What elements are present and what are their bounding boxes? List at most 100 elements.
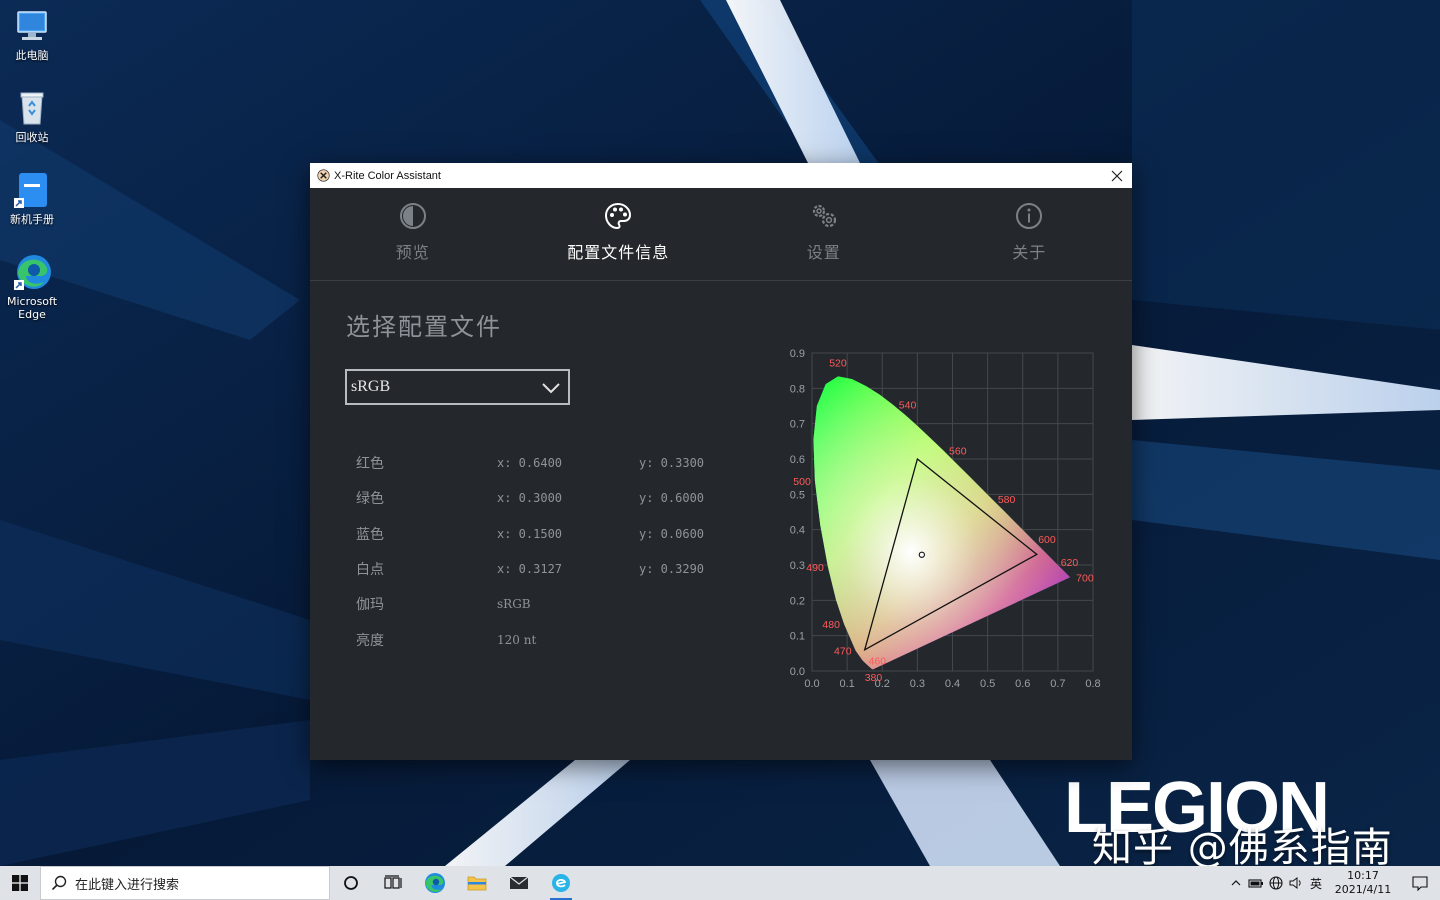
- spectral-locus: [813, 376, 1071, 670]
- locus-fill-white: [813, 376, 1071, 670]
- wavelength-label: 520: [829, 357, 847, 369]
- desktop-icon-label: Microsoft Edge: [6, 295, 58, 321]
- cortana-icon: [344, 876, 358, 890]
- tab-preview[interactable]: 预览: [310, 188, 516, 280]
- property-row-green: 绿色 x: 0.3000 y: 0.6000: [356, 488, 704, 508]
- property-label: 蓝色: [356, 527, 384, 543]
- property-value: 120 nt: [497, 633, 537, 647]
- desktop-icon-label: 此电脑: [15, 49, 49, 62]
- x-tick-label: 0.5: [980, 678, 995, 690]
- tab-label: 预览: [395, 243, 430, 262]
- y-tick-label: 0.7: [790, 419, 805, 431]
- y-tick-label: 0.6: [790, 454, 805, 466]
- property-x-value: x: 0.3000: [497, 491, 563, 505]
- y-tick-label: 0.3: [790, 560, 805, 572]
- section-title: 选择配置文件: [346, 313, 502, 341]
- edge-browser-icon: [425, 873, 445, 893]
- network-button[interactable]: [1266, 866, 1286, 900]
- y-tick-label: 0.9: [790, 348, 805, 360]
- tab-label: 配置文件信息: [567, 243, 670, 262]
- desktop-icon-recycle-bin[interactable]: 回收站: [4, 88, 60, 144]
- x-tick-label: 0.8: [1085, 678, 1100, 690]
- desktop-icon-label: 新机手册: [10, 213, 54, 226]
- close-button[interactable]: [1102, 163, 1132, 188]
- desktop-icon-label: 回收站: [15, 131, 49, 144]
- xrite-logo-icon: [317, 169, 330, 182]
- mail-button[interactable]: [498, 866, 540, 900]
- wavelength-label: 460: [869, 655, 887, 667]
- watermark-text: 知乎 @佛系指南: [1092, 825, 1393, 871]
- property-row-luminance: 亮度 120 nt: [356, 630, 536, 650]
- wavelength-label: 700: [1076, 572, 1094, 584]
- x-tick-label: 0.0: [804, 678, 819, 690]
- tab-label: 设置: [806, 243, 841, 262]
- desktop-icon-edge[interactable]: Microsoft Edge: [4, 252, 60, 321]
- property-row-blue: 蓝色 x: 0.1500 y: 0.0600: [356, 524, 704, 544]
- x-tick-label: 0.4: [945, 678, 960, 690]
- info-icon: [1016, 203, 1043, 229]
- recycle-bin-icon: [20, 92, 44, 125]
- tab-about[interactable]: 关于: [927, 188, 1133, 280]
- tab-label: 关于: [1012, 243, 1047, 262]
- input-method-label: 英: [1309, 876, 1322, 891]
- profile-info-panel: 选择配置文件 sRGB 红色 x: 0.6400 y: 0.3300 绿色 x:…: [310, 281, 1132, 760]
- y-tick-label: 0.4: [790, 525, 805, 537]
- wavelength-label: 470: [834, 646, 852, 658]
- taskbar: 在此键入进行搜索 英 10:17 2021/4/11: [0, 866, 1440, 900]
- mail-icon: [509, 876, 529, 889]
- property-y-value: y: 0.3290: [639, 562, 705, 576]
- window-titlebar[interactable]: X-Rite Color Assistant: [310, 163, 1132, 188]
- volume-button[interactable]: [1286, 866, 1306, 900]
- property-x-value: x: 0.6400: [497, 456, 563, 470]
- globe-icon: [1269, 876, 1283, 890]
- property-y-value: y: 0.0600: [639, 527, 705, 541]
- property-row-gamma: 伽玛 sRGB: [356, 594, 531, 614]
- wavelength-label: 480: [822, 619, 840, 631]
- search-placeholder: 在此键入进行搜索: [75, 877, 180, 893]
- taskbar-edge-button[interactable]: [414, 866, 456, 900]
- clock-time: 10:17: [1347, 869, 1379, 882]
- property-row-red: 红色 x: 0.6400 y: 0.3300: [356, 453, 704, 473]
- property-label: 绿色: [356, 491, 384, 507]
- task-view-icon: [384, 875, 402, 889]
- wavelength-label: 500: [793, 476, 811, 488]
- property-value: sRGB: [497, 597, 531, 611]
- desktop-icon-this-pc[interactable]: 此电脑: [4, 6, 60, 62]
- clock[interactable]: 10:17 2021/4/11: [1332, 869, 1394, 897]
- tab-profile-info[interactable]: 配置文件信息: [516, 188, 722, 280]
- taskbar-search[interactable]: 在此键入进行搜索: [40, 866, 330, 900]
- x-tick-label: 0.7: [1050, 678, 1065, 690]
- chevron-up-icon: [1231, 880, 1241, 886]
- wavelength-label: 380: [865, 672, 883, 684]
- battery-button[interactable]: [1246, 866, 1266, 900]
- profile-dropdown-value: sRGB: [351, 378, 391, 395]
- color-assistant-taskbar-button[interactable]: [540, 866, 582, 900]
- property-y-value: y: 0.3300: [639, 456, 705, 470]
- property-label: 伽玛: [356, 597, 384, 613]
- file-explorer-button[interactable]: [456, 866, 498, 900]
- start-button[interactable]: [0, 866, 40, 900]
- property-label: 亮度: [356, 633, 384, 649]
- action-center-button[interactable]: [1400, 866, 1440, 900]
- system-tray: 英 10:17 2021/4/11: [1226, 866, 1440, 900]
- cortana-button[interactable]: [330, 866, 372, 900]
- property-y-value: y: 0.6000: [639, 491, 705, 505]
- chevron-down-icon: [542, 383, 560, 394]
- property-row-white-point: 白点 x: 0.3127 y: 0.3290: [356, 559, 704, 579]
- wavelength-label: 580: [998, 494, 1016, 506]
- battery-icon: [1248, 879, 1263, 888]
- manual-icon: [14, 173, 47, 208]
- y-tick-label: 0.8: [790, 383, 805, 395]
- x-tick-label: 0.6: [1015, 678, 1030, 690]
- input-method-button[interactable]: 英: [1306, 866, 1326, 900]
- profile-dropdown[interactable]: sRGB: [345, 369, 570, 405]
- contrast-icon: [399, 203, 426, 229]
- desktop-icon-manual[interactable]: 新机手册: [4, 170, 60, 226]
- gears-icon: [812, 204, 836, 228]
- wavelength-label: 540: [899, 400, 917, 412]
- tab-settings[interactable]: 设置: [721, 188, 927, 280]
- task-view-button[interactable]: [372, 866, 414, 900]
- color-assistant-app-icon: [552, 874, 570, 892]
- y-tick-label: 0.2: [790, 595, 805, 607]
- show-hidden-icons-button[interactable]: [1226, 866, 1246, 900]
